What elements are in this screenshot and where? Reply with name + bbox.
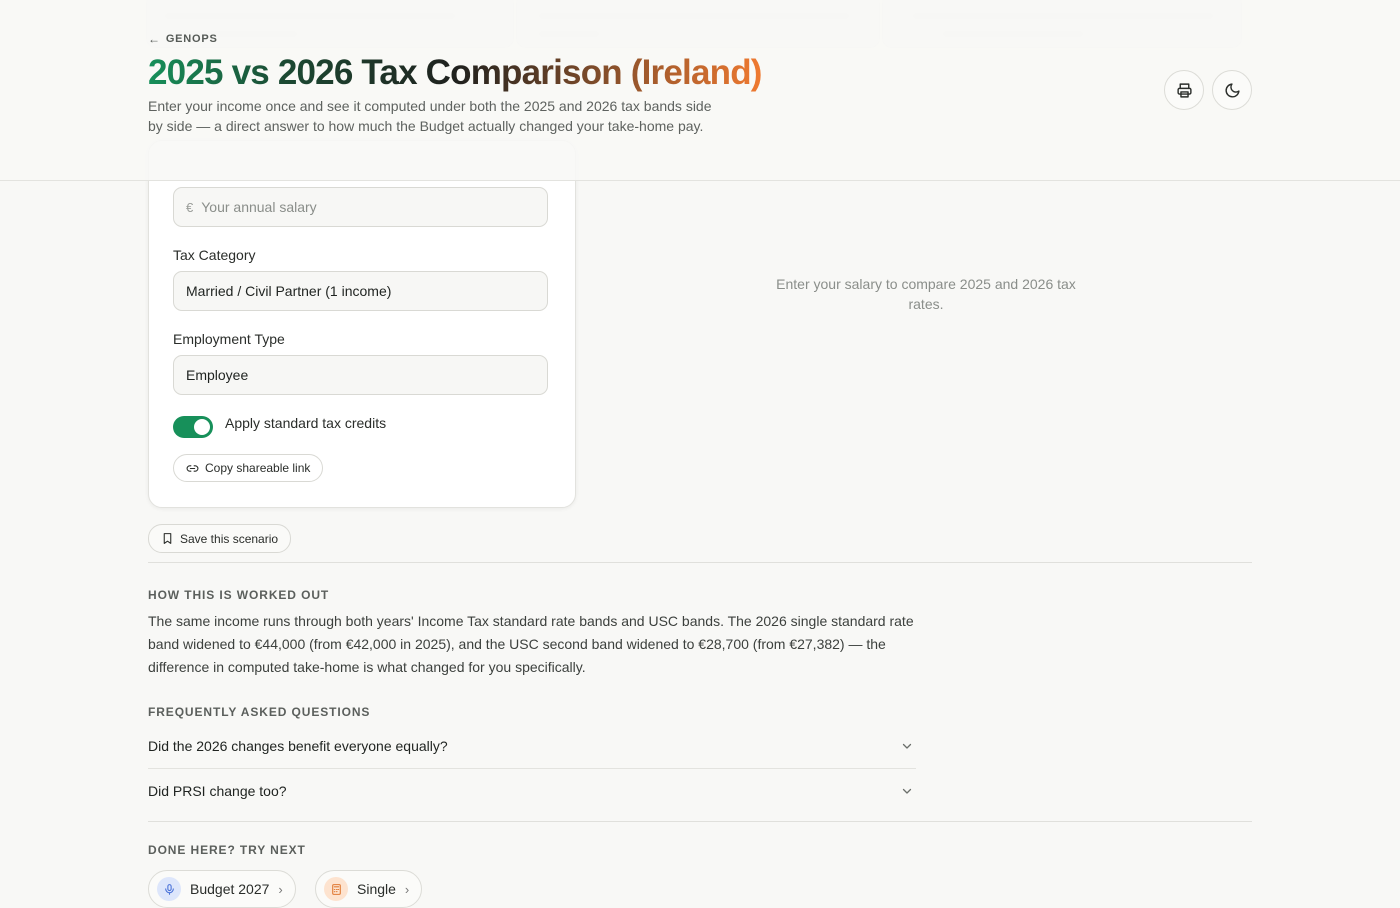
tax-category-value: Married / Civil Partner (1 income) (186, 283, 392, 299)
toggle-knob (194, 419, 210, 435)
save-scenario-label: Save this scenario (180, 531, 279, 546)
link-icon (186, 464, 199, 472)
save-scenario-button[interactable]: Save this scenario (148, 524, 292, 553)
tax-category-label: Tax Category (173, 247, 256, 263)
page-header: ← GENOPS 2025 vs 2026 Tax Comparison (Ir… (0, 0, 1400, 181)
section-divider (148, 821, 1252, 822)
tax-category-select[interactable]: Married / Civil Partner (1 income) (173, 271, 548, 311)
chevron-down-icon (902, 743, 912, 749)
currency-symbol: € (186, 199, 194, 215)
salary-placeholder: Your annual salary (201, 199, 317, 215)
section-divider (148, 562, 1252, 563)
back-link-label: GENOPS (165, 33, 218, 45)
faq-heading: FREQUENTLY ASKED QUESTIONS (148, 705, 371, 719)
try-next-label: Budget 2027 (190, 881, 270, 897)
theme-toggle-button[interactable] (1212, 70, 1252, 110)
chevron-right-icon: › (278, 881, 283, 897)
page-title: 2025 vs 2026 Tax Comparison (Ireland) (148, 53, 762, 92)
moon-icon (1225, 82, 1240, 97)
tax-credits-label: Apply standard tax credits (225, 415, 387, 431)
results-empty-message: Enter your salary to compare 2025 and 20… (776, 276, 1076, 312)
print-button[interactable] (1164, 70, 1204, 110)
employment-type-select[interactable]: Employee (173, 355, 548, 395)
how-it-works-heading: HOW THIS IS WORKED OUT (148, 588, 330, 602)
try-next-label: Single (357, 881, 396, 897)
chevron-down-icon (902, 788, 912, 794)
try-next-single[interactable]: Single › (315, 870, 423, 908)
calculator-form-card: € Your annual salary Tax Category Marrie… (148, 140, 576, 508)
faq-item[interactable]: Did the 2026 changes benefit everyone eq… (148, 724, 916, 769)
page-subtitle: Enter your income once and see it comput… (148, 98, 712, 134)
try-next-heading: DONE HERE? TRY NEXT (148, 843, 306, 857)
faq-question: Did PRSI change too? (148, 783, 287, 799)
back-link[interactable]: ← GENOPS (148, 32, 218, 46)
try-next-budget-2027[interactable]: Budget 2027 › (148, 870, 296, 908)
copy-link-button[interactable]: Copy shareable link (173, 454, 324, 482)
calculator-icon (324, 877, 348, 901)
employment-type-label: Employment Type (173, 331, 285, 347)
tax-credits-toggle[interactable] (173, 416, 213, 438)
bookmark-icon (163, 533, 172, 544)
faq-item[interactable]: Did PRSI change too? (148, 769, 916, 813)
printer-icon (1176, 82, 1192, 98)
employment-type-value: Employee (186, 367, 249, 383)
salary-input[interactable]: € Your annual salary (173, 187, 548, 227)
microphone-icon (157, 877, 181, 901)
faq-question: Did the 2026 changes benefit everyone eq… (148, 738, 448, 754)
copy-link-label: Copy shareable link (205, 461, 311, 475)
arrow-left-icon: ← (148, 32, 161, 46)
how-it-works-text: The same income runs through both years'… (148, 613, 914, 675)
chevron-right-icon: › (404, 881, 410, 897)
